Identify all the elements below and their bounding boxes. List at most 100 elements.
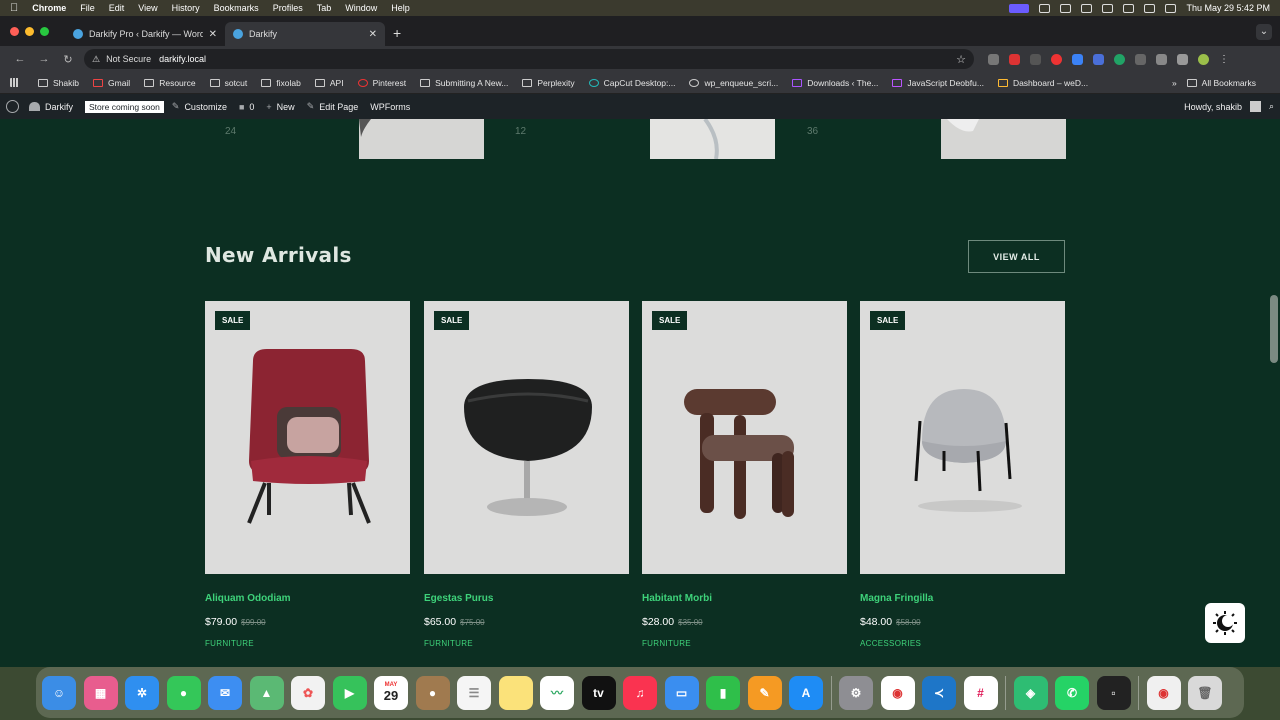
terminal-icon[interactable]: ▫ — [1096, 675, 1131, 710]
bookmark-item[interactable]: Submitting A New... — [420, 78, 508, 88]
wordpress-logo-icon[interactable] — [6, 100, 19, 113]
calendar-icon[interactable]: MAY 29 — [374, 675, 408, 710]
wp-new[interactable]: + New — [266, 102, 294, 112]
vscode-icon[interactable]: ≺ — [922, 675, 956, 710]
input-source-icon[interactable] — [1123, 3, 1135, 13]
menu-tab[interactable]: Tab — [317, 3, 332, 13]
search-icon[interactable]: ⌕ — [1269, 101, 1274, 112]
product-image[interactable]: SALE — [205, 301, 410, 574]
app-store-icon[interactable]: A — [789, 675, 823, 710]
extensions-puzzle-icon[interactable] — [1177, 53, 1188, 65]
product-category[interactable]: FURNITURE — [205, 639, 410, 648]
menu-edit[interactable]: Edit — [109, 3, 125, 13]
page-scrollbar[interactable] — [1270, 295, 1278, 363]
minimize-window-icon[interactable] — [25, 27, 34, 36]
wp-edit-page[interactable]: ✎ Edit Page — [307, 101, 359, 112]
all-bookmarks[interactable]: All Bookmarks — [1186, 78, 1256, 88]
wp-customize[interactable]: ✎ Customize — [172, 101, 227, 112]
product-category[interactable]: FURNITURE — [642, 639, 847, 648]
dropbox-icon[interactable] — [1060, 3, 1072, 13]
dark-mode-toggle[interactable] — [1205, 603, 1245, 643]
forward-icon[interactable]: → — [32, 53, 56, 65]
bookmark-item[interactable]: Gmail — [93, 78, 130, 88]
product-name[interactable]: Habitant Morbi — [642, 593, 847, 604]
chrome-document-icon[interactable]: ◉ — [1146, 675, 1181, 710]
bookmark-item[interactable]: Dashboard – weD... — [997, 78, 1088, 88]
status-app-icon[interactable] — [1039, 3, 1051, 13]
numbers-icon[interactable]: ▮ — [706, 675, 740, 710]
extension-icon[interactable] — [1009, 53, 1020, 65]
control-center-icon[interactable] — [1165, 3, 1177, 13]
bookmark-item[interactable]: Pinterest — [357, 78, 406, 88]
extension-icon[interactable] — [1072, 53, 1083, 65]
bookmark-item[interactable]: API — [314, 78, 344, 88]
messages-icon[interactable]: ● — [166, 675, 201, 710]
category-image[interactable] — [941, 119, 1066, 159]
trash-icon[interactable]: 🗑 — [1188, 675, 1222, 710]
record-icon[interactable] — [1081, 3, 1093, 13]
bookmark-item[interactable]: Downloads ‹ The... — [792, 78, 878, 88]
contacts-icon[interactable]: ● — [415, 675, 450, 710]
menu-profiles[interactable]: Profiles — [273, 3, 303, 13]
bookmark-item[interactable]: JavaScript Deobfu... — [892, 78, 984, 88]
finder-icon[interactable]: ☺ — [42, 675, 76, 710]
photos-icon[interactable]: ✿ — [291, 675, 325, 710]
product-category[interactable]: ACCESSORIES — [860, 639, 1065, 648]
menu-help[interactable]: Help — [391, 3, 410, 13]
extension-icon[interactable] — [1030, 53, 1041, 65]
product-image[interactable]: SALE — [424, 301, 629, 574]
close-window-icon[interactable] — [10, 27, 19, 36]
wp-site-name[interactable]: Darkify — [29, 102, 73, 112]
apple-icon[interactable]:  — [10, 2, 18, 14]
mail-icon[interactable]: ✉ — [208, 675, 242, 710]
url-text[interactable]: darkify.local — [159, 54, 206, 64]
keynote-icon[interactable]: ▭ — [664, 675, 699, 710]
translate-icon[interactable] — [1093, 53, 1104, 65]
extension-icon[interactable] — [988, 53, 999, 65]
menu-file[interactable]: File — [80, 3, 95, 13]
product-category[interactable]: FURNITURE — [424, 639, 629, 648]
product-image[interactable]: SALE — [642, 301, 847, 574]
reload-icon[interactable]: ↻ — [56, 53, 80, 66]
wp-comments[interactable]: ■ 0 — [239, 102, 254, 112]
store-status-badge[interactable]: Store coming soon — [85, 100, 164, 113]
menu-bookmarks[interactable]: Bookmarks — [214, 3, 259, 13]
notes-icon[interactable] — [498, 675, 533, 710]
app-icon[interactable]: ◈ — [1013, 675, 1048, 710]
bookmarks-overflow-icon[interactable]: » — [1172, 78, 1177, 88]
launchpad-icon[interactable]: ▦ — [83, 675, 118, 710]
tab-wordpress-admin[interactable]: Darkify Pro ‹ Darkify — WordPress ✕ — [65, 22, 225, 46]
wp-howdy[interactable]: Howdy, shakib — [1184, 102, 1242, 112]
freeform-icon[interactable]: 〰 — [540, 675, 574, 710]
chrome-menu-icon[interactable]: ⋮ — [1219, 54, 1229, 65]
pages-icon[interactable]: ✎ — [747, 675, 782, 710]
extension-icon[interactable] — [1051, 53, 1062, 65]
tab-darkify[interactable]: Darkify ✕ — [225, 22, 385, 46]
bookmark-item[interactable]: Perplexity — [522, 78, 575, 88]
security-label[interactable]: Not Secure — [106, 54, 151, 64]
bookmark-item[interactable]: CapCut Desktop:... — [588, 78, 675, 88]
extension-icon[interactable] — [1156, 53, 1167, 65]
facetime-icon[interactable]: ▶ — [332, 675, 367, 710]
tab-close-icon[interactable]: ✕ — [369, 29, 377, 40]
new-tab-icon[interactable]: + — [393, 25, 401, 41]
address-bar[interactable]: ⚠ Not Secure darkify.local ☆ — [84, 49, 974, 69]
reminders-icon[interactable]: ☰ — [457, 675, 491, 710]
bookmark-item[interactable]: Shakib — [38, 78, 79, 88]
product-card[interactable]: SALE Egestas Purus $65.00 $75.00 FURNITUR… — [424, 301, 629, 648]
bookmark-item[interactable]: fixolab — [261, 78, 301, 88]
apple-tv-icon[interactable]: tv — [581, 675, 616, 710]
category-image[interactable] — [650, 119, 775, 160]
product-card[interactable]: SALE Aliquam Ododiam $79.00 $99.00 FURNIT… — [205, 301, 410, 648]
wifi-icon[interactable] — [1102, 3, 1114, 13]
warning-icon[interactable]: ⚠ — [92, 54, 100, 65]
safari-icon[interactable]: ✲ — [125, 675, 159, 710]
tab-close-icon[interactable]: ✕ — [209, 29, 217, 40]
slack-icon[interactable]: # — [963, 675, 998, 710]
whatsapp-icon[interactable]: ✆ — [1055, 675, 1089, 710]
maximize-window-icon[interactable] — [40, 27, 49, 36]
bookmark-item[interactable]: wp_enqueue_scri... — [689, 78, 778, 88]
extension-icon[interactable] — [1135, 53, 1146, 65]
music-icon[interactable]: ♫ — [623, 675, 657, 710]
menu-view[interactable]: View — [138, 3, 157, 13]
